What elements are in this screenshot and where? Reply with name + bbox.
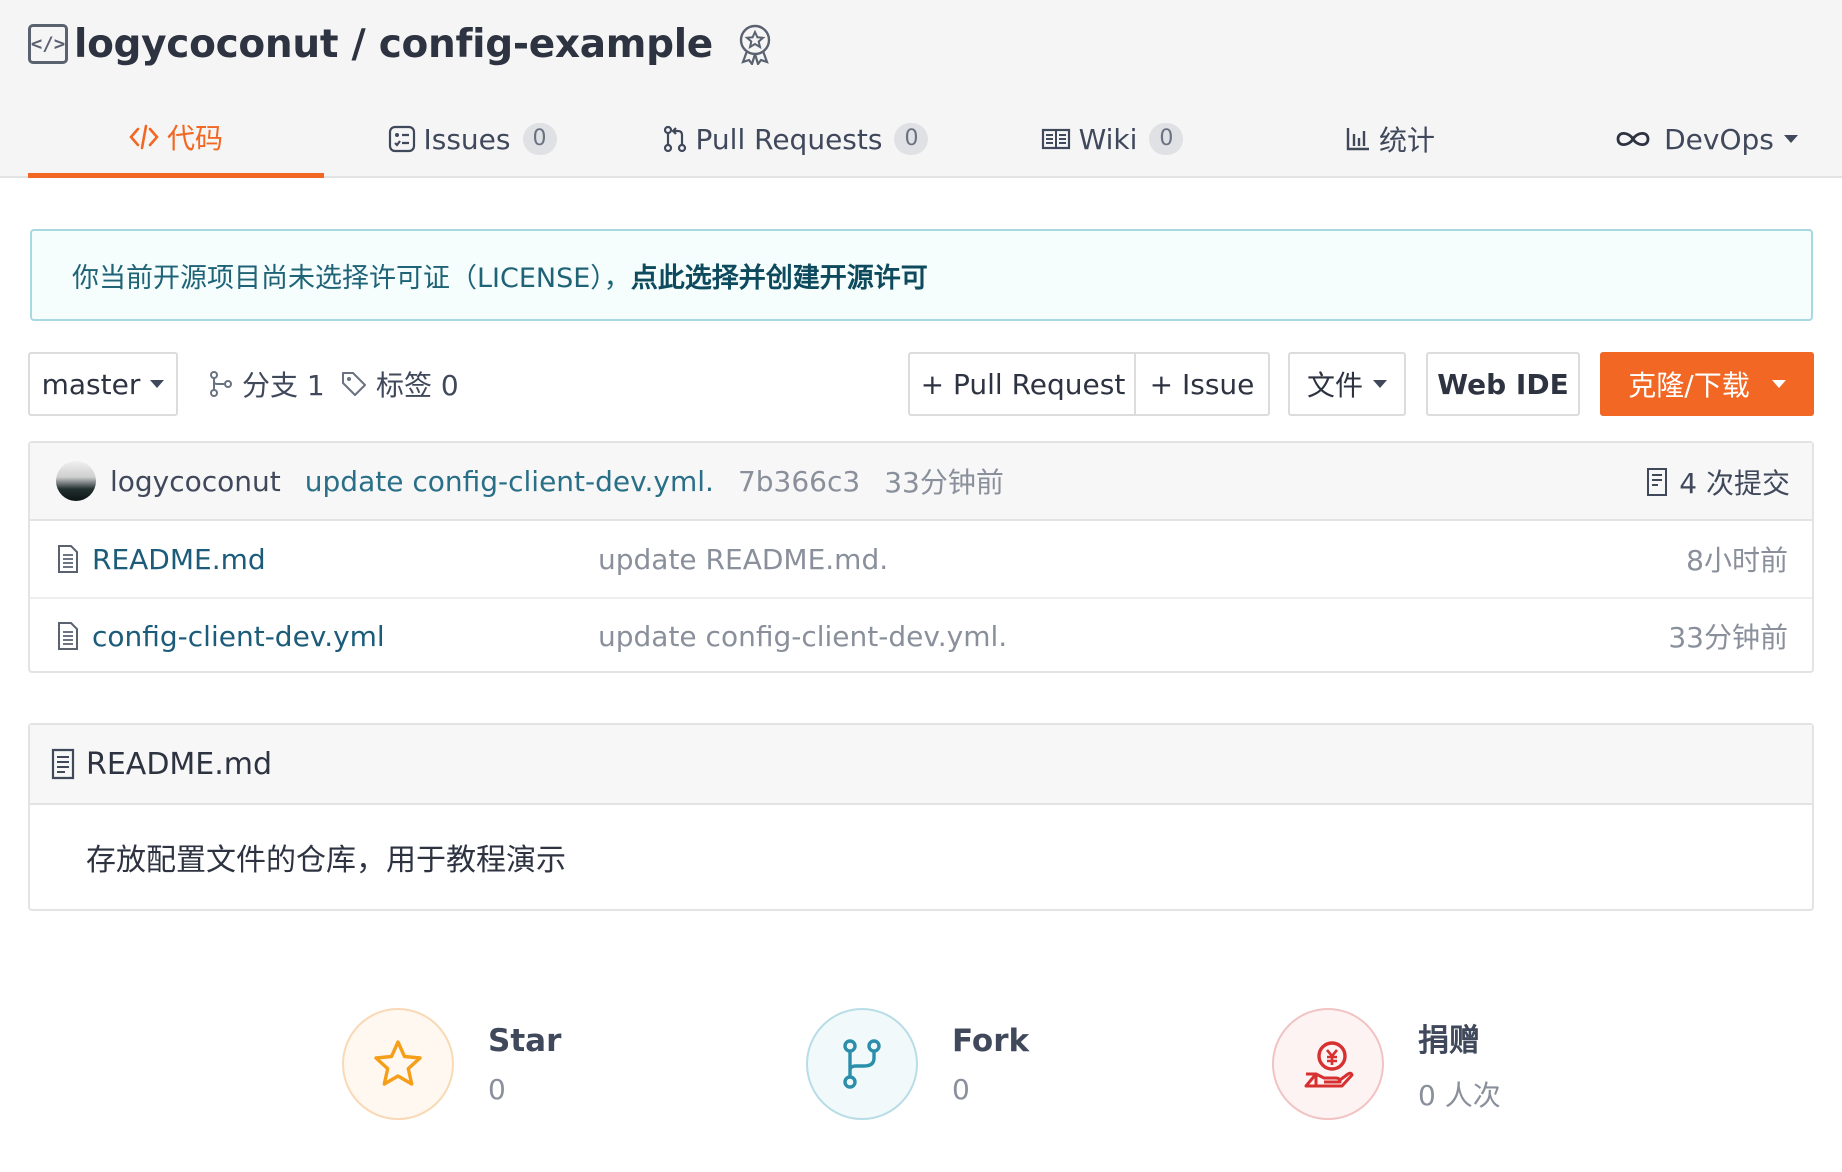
new-pull-request-button[interactable]: + Pull Request [908,352,1136,416]
clone-download-label: 克隆/下载 [1628,369,1750,402]
commit-sha[interactable]: 7b366c3 [738,465,860,498]
tags-count: 标签 0 [376,369,459,402]
license-notice: 你当前开源项目尚未选择许可证（LICENSE）， 点此选择并创建开源许可 [30,229,1813,321]
table-row: README.md update README.md. 8小时前 [30,521,1812,597]
bar-chart-icon [1346,128,1369,151]
tab-issues-label: Issues [423,122,511,156]
clone-download-button[interactable]: 克隆/下载 [1600,352,1814,416]
tab-issues[interactable]: Issues 0 [384,100,560,178]
commit-author[interactable]: logycoconut [110,465,281,498]
table-row: config-client-dev.yml update config-clie… [30,597,1812,673]
wiki-count: 0 [1149,123,1184,155]
branch-select[interactable]: master [28,352,178,416]
file-time: 33分钟前 [1668,621,1788,654]
readme-file-icon [51,748,75,780]
donate-count[interactable]: 0 人次 [1418,1074,1501,1114]
commit-count-label: 4 次提交 [1679,467,1790,500]
file-icon [58,622,78,650]
license-notice-text: 你当前开源项目尚未选择许可证（LICENSE）， [72,262,631,294]
wiki-book-icon [1041,128,1070,150]
tab-stats[interactable]: 统计 [1328,100,1452,178]
branches-link[interactable]: 分支 1 [208,352,325,416]
repo-code-icon: </> [28,24,68,64]
code-icon [129,124,159,149]
fork-icon [843,1039,881,1089]
file-time: 8小时前 [1686,544,1788,577]
fork-stat[interactable]: Fork 0 [806,1008,1029,1120]
file-menu-label: 文件 [1306,369,1363,402]
repo-tabs: 代码 Issues 0 Pull Requests 0 Wiki 0 统计 De… [28,100,1814,178]
chevron-down-icon [1783,135,1798,143]
donate-stat[interactable]: 捐赠 0 人次 [1272,1008,1501,1120]
file-commit-message[interactable]: update README.md. [598,543,888,576]
tab-pull-requests[interactable]: Pull Requests 0 [652,100,938,178]
new-pull-request-label: + Pull Request [920,367,1126,401]
repo-header: </> logycoconut / config-example 代码 Issu… [0,0,1842,178]
avatar[interactable] [56,461,96,501]
latest-commit-row: logycoconut update config-client-dev.yml… [30,443,1812,521]
tab-devops-label: DevOps [1664,122,1774,156]
fork-button[interactable] [806,1008,918,1120]
branch-select-label: master [41,367,141,401]
chevron-down-icon [150,380,165,388]
issues-count: 0 [522,123,557,155]
readme-panel: README.md 存放配置文件的仓库，用于教程演示 [28,723,1814,911]
readme-content: 存放配置文件的仓库，用于教程演示 [30,805,1812,909]
readme-text: 存放配置文件的仓库，用于教程演示 [86,843,566,878]
chevron-down-icon [1771,380,1786,388]
new-issue-label: + Issue [1149,367,1255,401]
file-list: logycoconut update config-client-dev.yml… [28,441,1814,673]
tab-code-label: 代码 [166,121,223,155]
file-menu-button[interactable]: 文件 [1288,352,1406,416]
tab-devops[interactable]: DevOps [1598,100,1814,178]
tab-code[interactable]: 代码 [28,100,324,178]
donate-title: 捐赠 [1418,1022,1480,1059]
tab-stats-label: 统计 [1378,124,1435,157]
tab-pull-requests-label: Pull Requests [695,122,883,156]
readme-title: README.md [86,746,273,782]
commits-icon [1647,468,1668,496]
donate-icon [1304,1041,1354,1088]
commit-message[interactable]: update config-client-dev.yml. [305,465,714,498]
file-name-link[interactable]: config-client-dev.yml [92,620,385,653]
repo-title[interactable]: logycoconut / config-example [74,22,713,67]
file-icon [58,545,78,573]
donate-button[interactable] [1272,1008,1384,1120]
commit-time: 33分钟前 [884,466,1004,499]
tag-icon [342,372,366,396]
fork-count[interactable]: 0 [952,1073,1029,1106]
issues-icon [388,125,415,153]
file-name-link[interactable]: README.md [92,543,266,576]
chevron-down-icon [1373,380,1387,388]
web-ide-button[interactable]: Web IDE [1426,352,1580,416]
license-create-link[interactable]: 点此选择并创建开源许可 [631,256,928,295]
fork-title: Fork [952,1022,1030,1059]
pull-requests-count: 0 [894,123,929,155]
repo-title-bar: </> logycoconut / config-example [28,18,775,70]
pull-request-icon [663,125,686,153]
tab-wiki-label: Wiki [1078,122,1138,156]
star-stat[interactable]: Star 0 [342,1008,561,1120]
star-count[interactable]: 0 [488,1073,561,1106]
tags-link[interactable]: 标签 0 [340,352,459,416]
infinity-icon [1616,131,1650,147]
branch-icon [210,371,232,397]
file-commit-message[interactable]: update config-client-dev.yml. [598,620,1007,653]
commit-count-link[interactable]: 4 次提交 [1645,443,1790,521]
star-icon [374,1040,422,1086]
recommend-badge-icon[interactable] [735,23,775,65]
star-title: Star [488,1022,562,1059]
new-issue-button[interactable]: + Issue [1134,352,1270,416]
readme-header: README.md [30,725,1812,805]
web-ide-label: Web IDE [1437,367,1569,401]
tab-wiki[interactable]: Wiki 0 [1016,100,1208,178]
branches-count: 分支 1 [242,369,325,402]
star-button[interactable] [342,1008,454,1120]
